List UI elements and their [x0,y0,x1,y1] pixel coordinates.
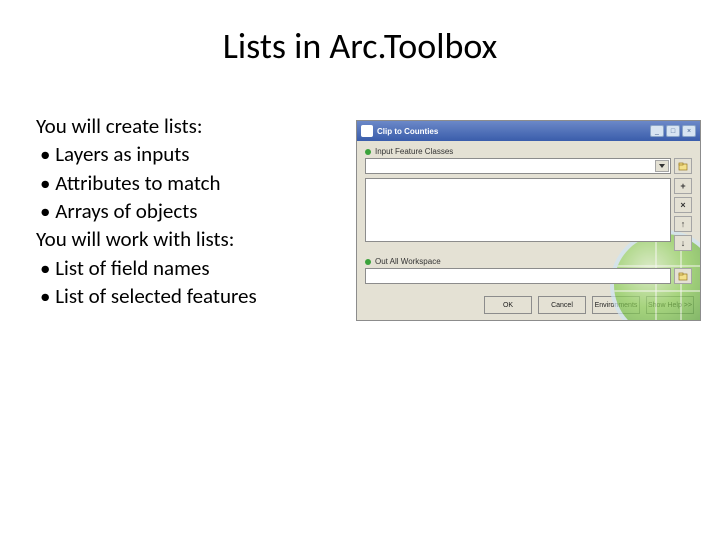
input-features-combo[interactable] [365,158,671,174]
window-buttons: _ □ × [650,125,696,137]
bullet-item: Attributes to match [36,169,336,197]
intro-line-1: You will create lists: [36,112,336,140]
dropdown-arrow-icon[interactable] [655,160,669,172]
out-workspace-input[interactable] [365,268,671,284]
maximize-button[interactable]: □ [666,125,680,137]
label-text: Out All Workspace [375,257,441,266]
label-text: Input Feature Classes [375,147,453,156]
field-label-input-features: Input Feature Classes [365,147,692,156]
list-side-buttons: + × ↑ ↓ [674,178,692,251]
dialog-title: Clip to Counties [377,127,646,136]
close-button[interactable]: × [682,125,696,137]
remove-button[interactable]: × [674,197,692,213]
move-up-button[interactable]: ↑ [674,216,692,232]
input-features-list[interactable] [365,178,671,242]
dialog-titlebar: Clip to Counties _ □ × [357,121,700,141]
browse-button[interactable] [674,158,692,174]
slide-title: Lists in Arc.Toolbox [0,0,720,92]
cancel-button[interactable]: Cancel [538,296,586,314]
ok-button[interactable]: OK [484,296,532,314]
add-button[interactable]: + [674,178,692,194]
bullet-item: Arrays of objects [36,197,336,225]
required-dot-icon [365,259,371,265]
required-dot-icon [365,149,371,155]
dialog-body: Input Feature Classes [357,141,700,292]
content-area: You will create lists: Layers as inputs … [0,92,720,321]
move-down-button[interactable]: ↓ [674,235,692,251]
bullet-item: List of field names [36,254,336,282]
tool-dialog: Clip to Counties _ □ × [356,120,701,321]
minimize-button[interactable]: _ [650,125,664,137]
dialog-app-icon [361,125,373,137]
screenshot-column: Clip to Counties _ □ × [336,112,701,321]
text-column: You will create lists: Layers as inputs … [36,112,336,321]
bullet-item: Layers as inputs [36,140,336,168]
field-label-out-workspace: Out All Workspace [365,257,692,266]
bullet-item: List of selected features [36,282,336,310]
intro-line-2: You will work with lists: [36,225,336,253]
browse-button[interactable] [674,268,692,284]
